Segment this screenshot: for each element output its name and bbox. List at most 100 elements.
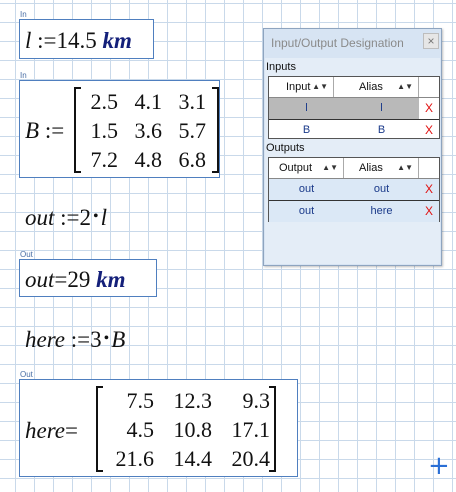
- define-operator: :=: [44, 118, 65, 143]
- matrix-cell: 1.5: [90, 118, 119, 143]
- math-region-B-definition[interactable]: B := 2.5 4.1 3.1 1.5 3.6 5.7 7.2 4.8 6.8: [19, 80, 220, 178]
- column-header-blank: [419, 77, 439, 97]
- output-tag: Out: [20, 250, 33, 259]
- matrix-cell: 7.5: [126, 388, 155, 413]
- table-row[interactable]: l l X: [269, 98, 439, 120]
- cell-output[interactable]: out: [269, 179, 344, 200]
- matrix-left-bracket: [74, 87, 81, 173]
- math-expression: here=: [25, 419, 78, 442]
- cell-alias[interactable]: out: [344, 179, 419, 200]
- variable-name: out: [25, 205, 55, 230]
- table-row[interactable]: out out X: [269, 179, 439, 201]
- input-tag: In: [20, 71, 27, 80]
- cell-input[interactable]: B: [269, 120, 344, 141]
- sort-icon[interactable]: ▲▼: [397, 158, 413, 178]
- matrix-cells: 2.5 4.1 3.1 1.5 3.6 5.7 7.2 4.8 6.8: [82, 87, 207, 174]
- inputs-table[interactable]: Input ▲▼ Alias ▲▼ l l X B B X: [268, 76, 440, 139]
- evaluate-operator: =: [65, 418, 78, 443]
- inputs-section-label: Inputs: [266, 61, 296, 73]
- matrix-right-bracket: [269, 386, 276, 472]
- cell-alias[interactable]: here: [344, 201, 419, 222]
- io-designation-dialog[interactable]: Input/Output Designation × Inputs Input …: [263, 28, 442, 266]
- column-header-label: Output: [279, 162, 313, 174]
- column-header-alias[interactable]: Alias ▲▼: [334, 77, 419, 97]
- matrix-cell: 6.8: [178, 147, 207, 172]
- column-header-label: Alias: [359, 81, 383, 93]
- variable-name: here: [25, 327, 66, 352]
- matrix-cell: 20.4: [231, 446, 271, 471]
- multiply-operator: •: [103, 330, 110, 347]
- remove-icon[interactable]: X: [419, 120, 439, 141]
- remove-icon[interactable]: X: [419, 98, 439, 119]
- remove-icon[interactable]: X: [419, 201, 439, 222]
- matrix-cell: 21.6: [115, 446, 155, 471]
- cell-alias[interactable]: l: [344, 98, 419, 119]
- matrix-cell: 5.7: [178, 118, 207, 143]
- table-header: Output ▲▼ Alias ▲▼: [269, 158, 439, 179]
- sort-icon[interactable]: ▲▼: [322, 158, 338, 178]
- value: 14.5: [56, 28, 97, 53]
- matrix-right-bracket: [212, 87, 219, 173]
- matrix-cell: 17.1: [231, 417, 271, 442]
- close-icon[interactable]: ×: [423, 33, 439, 49]
- matrix-cell: 3.1: [178, 89, 207, 114]
- reference-variable: B: [111, 327, 126, 352]
- remove-icon[interactable]: X: [419, 179, 439, 200]
- math-expression: B :=: [25, 119, 64, 142]
- column-header-blank: [419, 158, 439, 178]
- column-header-label: Alias: [359, 162, 383, 174]
- input-tag: In: [20, 10, 27, 19]
- matrix-cell: 2.5: [90, 89, 119, 114]
- dialog-title: Input/Output Designation: [271, 36, 404, 50]
- define-operator: :=: [60, 205, 80, 230]
- value: 29: [67, 267, 91, 292]
- matrix-cell: 9.3: [242, 388, 271, 413]
- sort-icon[interactable]: ▲▼: [312, 77, 328, 97]
- matrix-cell: 10.8: [173, 417, 213, 442]
- math-region-here-result[interactable]: here= 7.5 12.3 9.3 4.5 10.8 17.1 21.6 14…: [19, 379, 298, 477]
- math-region-l-definition[interactable]: l :=14.5 km: [19, 19, 154, 59]
- coefficient: 3: [90, 327, 102, 352]
- multiply-operator: •: [93, 208, 99, 225]
- math-expression: l :=14.5 km: [25, 29, 132, 52]
- matrix-cells: 7.5 12.3 9.3 4.5 10.8 17.1 21.6 14.4 20.…: [100, 386, 271, 473]
- variable-name: l: [25, 28, 32, 53]
- column-header-alias[interactable]: Alias ▲▼: [344, 158, 419, 178]
- matrix-here: 7.5 12.3 9.3 4.5 10.8 17.1 21.6 14.4 20.…: [96, 386, 276, 472]
- matrix-B: 2.5 4.1 3.1 1.5 3.6 5.7 7.2 4.8 6.8: [74, 87, 219, 173]
- sort-icon[interactable]: ▲▼: [397, 77, 413, 97]
- matrix-cell: 4.1: [134, 89, 163, 114]
- math-expression: out=29 km: [25, 268, 126, 291]
- cell-alias[interactable]: B: [344, 120, 419, 141]
- matrix-cell: 12.3: [173, 388, 213, 413]
- variable-name: out: [25, 267, 55, 292]
- matrix-cell: 14.4: [173, 446, 213, 471]
- evaluate-operator: =: [54, 267, 68, 292]
- outputs-table[interactable]: Output ▲▼ Alias ▲▼ out out X out here X: [268, 157, 440, 222]
- table-header: Input ▲▼ Alias ▲▼: [269, 77, 439, 98]
- column-header-input[interactable]: Input ▲▼: [269, 77, 334, 97]
- dialog-body: Inputs Input ▲▼ Alias ▲▼ l l X B B X Out…: [265, 58, 440, 264]
- table-row[interactable]: out here X: [269, 201, 439, 222]
- outputs-section-label: Outputs: [266, 142, 305, 154]
- matrix-cell: 4.8: [134, 147, 163, 172]
- coefficient: 2: [79, 205, 92, 230]
- cell-output[interactable]: out: [269, 201, 344, 222]
- math-region-here-definition[interactable]: here :=3 •B: [25, 328, 125, 351]
- table-row[interactable]: B B X: [269, 120, 439, 141]
- matrix-cell: 7.2: [90, 147, 119, 172]
- cell-input[interactable]: l: [269, 98, 344, 119]
- matrix-cell: 3.6: [134, 118, 163, 143]
- output-tag: Out: [20, 370, 33, 379]
- column-header-label: Input: [286, 81, 311, 93]
- define-operator: :=: [70, 327, 91, 352]
- variable-name: B: [25, 118, 40, 143]
- add-region-plus-icon[interactable]: +: [428, 453, 450, 479]
- column-header-output[interactable]: Output ▲▼: [269, 158, 344, 178]
- define-operator: :=: [37, 28, 57, 53]
- math-region-out-result[interactable]: out=29 km: [19, 259, 157, 297]
- matrix-cell: 4.5: [126, 417, 155, 442]
- math-region-out-definition[interactable]: out :=2 •l: [25, 206, 107, 229]
- unit: km: [102, 28, 132, 53]
- reference-variable: l: [100, 205, 108, 230]
